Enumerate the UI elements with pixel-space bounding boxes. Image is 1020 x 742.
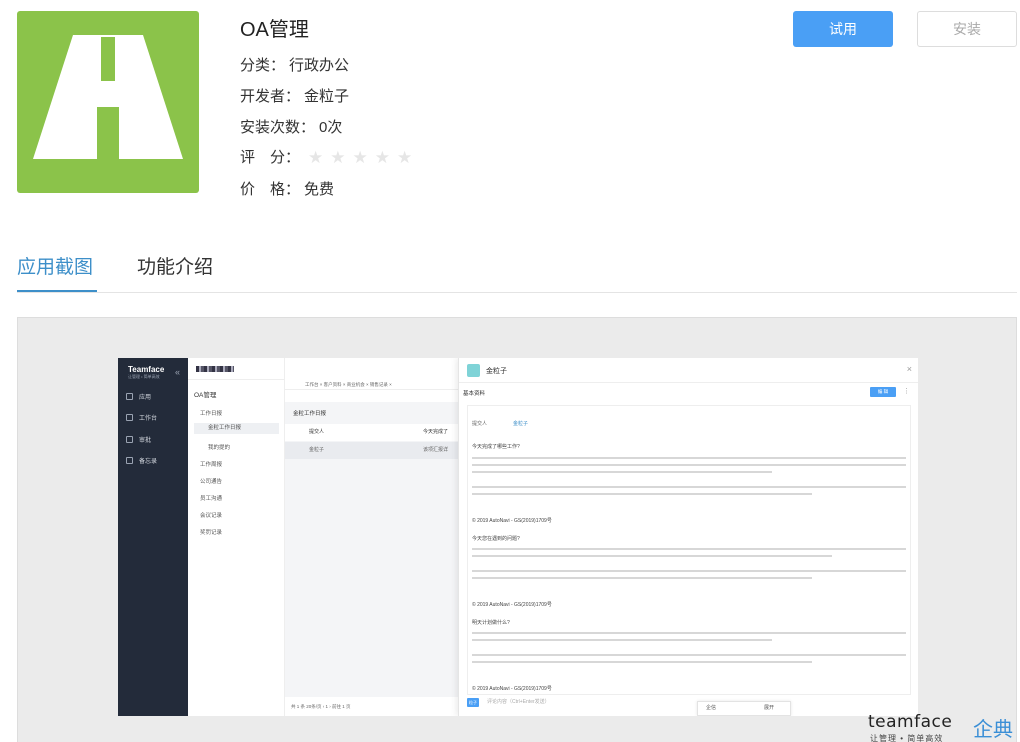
shot-question-2: 今天您在遇到的问题?: [472, 536, 520, 542]
shot-menu-staff: 员工沟通: [200, 496, 223, 502]
try-button[interactable]: 试用: [793, 11, 893, 47]
app-icon: [17, 11, 199, 193]
shot-brand-slogan: 让管理 • 简单高效: [128, 374, 160, 379]
shot-module-menu: OA管理 工作日报 金粒工作日报 我的提的 工作周报 公司通告 员工沟通 会议记…: [188, 358, 285, 716]
shot-avatar: 粒子: [467, 698, 479, 707]
shot-nav-workbench: 工作台: [126, 413, 157, 422]
screenshot-gallery: Teamface 让管理 • 简单高效 « 应用 工作台 审批 备忘录 OA管理…: [17, 317, 1017, 742]
developer-row: 开发者： 金粒子: [240, 85, 349, 106]
record-icon: [467, 364, 480, 377]
shot-copyright-1: © 2019 AutoNavi - GS(2019)1709号: [472, 518, 552, 524]
developer-label: 开发者：: [240, 88, 301, 105]
shot-company-header: [188, 358, 285, 380]
shot-menu-mine: 我的提的: [208, 445, 231, 451]
shot-detail-body: 提交人 金粒子 今天完成了哪些工作? © 2019 AutoNavi - GS(2…: [467, 405, 911, 695]
shot-menu-meeting: 会议记录: [200, 513, 223, 519]
shot-detail-panel: 金粒子 × 基本资料 编 辑 ⋮ 提交人 金粒子 今天完成了哪些工作? © 201…: [458, 358, 918, 716]
monitor-icon: [126, 414, 133, 421]
shot-list-title: 金粒工作日报: [293, 411, 327, 417]
shot-menu-reward: 奖罚记录: [200, 530, 223, 536]
price-value: 免费: [304, 181, 335, 198]
grid-icon: [126, 393, 133, 400]
shot-copyright-2: © 2019 AutoNavi - GS(2019)1709号: [472, 602, 552, 608]
company-logo: [196, 366, 234, 372]
installs-value: 0次: [319, 119, 343, 136]
category-label: 分类：: [240, 57, 286, 74]
shot-list: 金粒工作日报 提交人 今天完成了 金粒子 该项汇报详: [285, 402, 458, 697]
star-icon: ★: [397, 148, 420, 167]
watermark-brand: teamface: [868, 712, 953, 732]
shot-brand: Teamface: [128, 365, 165, 374]
shot-nav-apps: 应用: [126, 392, 151, 401]
note-icon: [126, 457, 133, 464]
price-label: 价 格：: [240, 181, 301, 198]
road-icon: [33, 35, 183, 159]
shot-sidebar: Teamface 让管理 • 简单高效 « 应用 工作台 审批 备忘录: [118, 358, 188, 716]
user-icon: [126, 436, 133, 443]
shot-question-3: 明天计划做什么?: [472, 620, 510, 626]
shot-nav-memo: 备忘录: [126, 456, 157, 465]
category-value: 行政办公: [289, 57, 350, 74]
shot-menu-gold-daily: 金粒工作日报: [194, 423, 279, 434]
shot-detail-header: 金粒子 ×: [459, 358, 918, 383]
watermark-slogan: 让管理 • 简单高效: [870, 734, 944, 742]
watermark: teamface 企典 让管理 • 简单高效: [868, 712, 1018, 742]
shot-table-header: 提交人 今天完成了: [285, 424, 458, 441]
star-icon: ★: [330, 148, 353, 167]
close-icon: ×: [906, 364, 912, 374]
rating-stars: ★★★★★: [308, 148, 419, 168]
tab-features[interactable]: 功能介绍: [137, 252, 213, 279]
price-row: 价 格： 免费: [240, 178, 334, 199]
shot-module-title: OA管理: [194, 392, 217, 399]
rating-label: 评 分：: [240, 149, 301, 166]
more-icon: ⋮: [903, 388, 910, 395]
shot-list-area: 工作台 × 客户资料 × 商业机会 × 销售记录 × 金粒工作日报 提交人 今天完…: [285, 358, 458, 716]
rating-row: 评 分： ★★★★★: [240, 146, 419, 168]
category-row: 分类： 行政办公: [240, 54, 349, 75]
app-name: OA管理: [240, 19, 309, 41]
shot-field-submitter-label: 提交人 金粒子: [472, 421, 529, 427]
install-button[interactable]: 安装: [917, 11, 1017, 47]
shot-detail-title: 金粒子: [486, 368, 507, 375]
shot-menu-notice: 公司通告: [200, 479, 223, 485]
shot-menu-weekly: 工作周报: [200, 462, 223, 468]
star-icon: ★: [374, 148, 398, 167]
developer-value: 金粒子: [304, 88, 350, 105]
installs-row: 安装次数： 0次: [240, 116, 342, 137]
shot-question-1: 今天完成了哪些工作?: [472, 444, 520, 450]
shot-edit-button: 编 辑: [870, 387, 896, 397]
shot-pagination: 共 1 条 20条/页 ‹ 1 › 前往 1 页: [291, 704, 351, 709]
tab-bar: 应用截图 功能介绍: [17, 240, 1017, 293]
shot-chat-chip: 企信 展开: [697, 701, 791, 716]
shot-copyright-3: © 2019 AutoNavi - GS(2019)1709号: [472, 686, 552, 692]
shot-table-row: 金粒子 该项汇报详: [285, 442, 458, 459]
collapse-icon: «: [175, 367, 181, 377]
active-tab-indicator: [17, 290, 97, 292]
shot-menu-daily: 工作日报: [200, 411, 223, 417]
star-icon: ★: [308, 148, 331, 167]
tab-screenshots[interactable]: 应用截图: [17, 252, 93, 279]
shot-comment-input: 评论内容（Ctrl+Enter发送）: [487, 699, 550, 705]
star-icon: ★: [352, 148, 375, 167]
shot-detail-section: 基本资料: [463, 391, 486, 397]
installs-label: 安装次数：: [240, 119, 316, 136]
watermark-cn: 企典: [973, 719, 1013, 741]
shot-nav-approval: 审批: [126, 435, 151, 444]
app-screenshot[interactable]: Teamface 让管理 • 简单高效 « 应用 工作台 审批 备忘录 OA管理…: [118, 358, 918, 716]
shot-open-tabs: 工作台 × 客户资料 × 商业机会 × 销售记录 ×: [285, 380, 458, 390]
